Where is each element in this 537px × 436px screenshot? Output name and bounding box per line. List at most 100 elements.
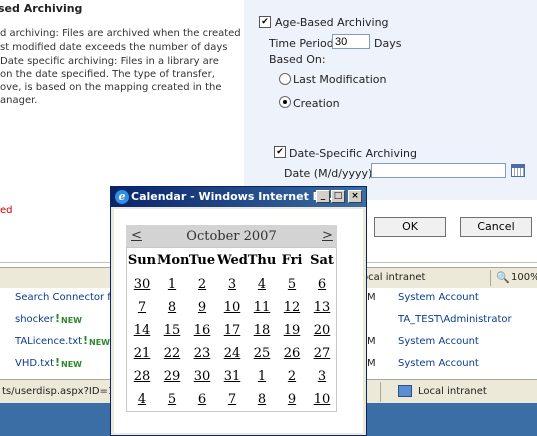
calendar-day[interactable]: 23	[187, 346, 217, 361]
date-specific-label: Date-Specific Archiving	[289, 147, 417, 160]
calendar-day[interactable]: 31	[217, 369, 247, 384]
calendar-day[interactable]: 9	[277, 392, 307, 407]
calendar-day[interactable]: 12	[277, 300, 307, 315]
calendar-day[interactable]: 6	[187, 392, 217, 407]
calendar-day[interactable]: 9	[187, 300, 217, 315]
description-line: st modified date exceeds the number of d…	[0, 42, 228, 53]
popup-titlebar[interactable]: e Calendar - Windows Internet E... _ □ ×	[111, 187, 366, 207]
calendar-day[interactable]: 5	[277, 277, 307, 292]
popup-title: Calendar - Windows Internet E...	[131, 190, 333, 203]
calendar-header: October 2007 < >	[126, 225, 337, 247]
calendar-day[interactable]: 2	[277, 369, 307, 384]
previous-month-link[interactable]: <	[131, 228, 142, 243]
calendar-day[interactable]: 1	[247, 369, 277, 384]
next-month-link[interactable]: >	[322, 228, 333, 243]
new-icon: !	[55, 356, 61, 369]
calendar-day[interactable]: 7	[217, 392, 247, 407]
calendar-day[interactable]: 4	[247, 277, 277, 292]
calendar-day[interactable]: 10	[307, 392, 337, 407]
close-button[interactable]: ×	[348, 190, 362, 203]
description-line: d archiving: Files are archived when the…	[0, 28, 241, 39]
date-input[interactable]	[371, 163, 506, 178]
calendar-day[interactable]: 1	[157, 277, 187, 292]
weekday-header: Tue	[188, 253, 216, 268]
calendar-day[interactable]: 3	[217, 277, 247, 292]
days-label: Days	[374, 37, 402, 50]
item-link[interactable]: shocker	[15, 314, 54, 325]
calendar-grid: Sun Mon Tue Wed Thu Fri Sat 30 1 2 3 4 5…	[126, 247, 337, 412]
item-modified: M	[367, 336, 376, 347]
new-label: NEW	[61, 360, 82, 369]
divider	[380, 382, 381, 402]
calendar-day[interactable]: 16	[187, 323, 217, 338]
item-account[interactable]: TA_TEST\Administrator	[398, 314, 512, 325]
zoom-icon: 🔍	[496, 271, 510, 284]
calendar-day[interactable]: 4	[127, 392, 157, 407]
calendar-day[interactable]: 14	[127, 323, 157, 338]
calendar-day[interactable]: 28	[127, 369, 157, 384]
calendar-day[interactable]: 25	[247, 346, 277, 361]
calendar-day[interactable]: 26	[277, 346, 307, 361]
minimize-button[interactable]: _	[316, 190, 330, 203]
calendar-day[interactable]: 13	[307, 300, 337, 315]
error-message: ed	[0, 205, 13, 216]
time-period-input[interactable]	[332, 34, 370, 49]
calendar-day[interactable]: 27	[307, 346, 337, 361]
calendar-day[interactable]: 10	[217, 300, 247, 315]
ok-button[interactable]: OK	[374, 217, 446, 237]
item-account[interactable]: System Account	[398, 358, 479, 369]
weekday-header: Sat	[310, 253, 334, 268]
zoom-level: 100%	[511, 272, 537, 283]
calendar-day[interactable]: 3	[307, 369, 337, 384]
calendar-day[interactable]: 7	[127, 300, 157, 315]
item-account[interactable]: System Account	[398, 292, 479, 303]
item-account[interactable]: System Account	[398, 336, 479, 347]
calendar-day[interactable]: 11	[247, 300, 277, 315]
calendar-day[interactable]: 8	[247, 392, 277, 407]
archive-description-panel: sed Archiving d archiving: Files are arc…	[0, 0, 244, 200]
creation-label: Creation	[293, 97, 340, 110]
calendar-day[interactable]: 30	[127, 277, 157, 292]
time-period-label: Time Period:	[269, 37, 338, 50]
creation-radio[interactable]	[279, 96, 291, 108]
calendar-day[interactable]: 24	[217, 346, 247, 361]
last-modification-radio[interactable]	[279, 73, 291, 85]
date-specific-checkbox[interactable]: ✔	[274, 146, 286, 158]
based-on-label: Based On:	[269, 53, 326, 66]
weekday-header: Fri	[281, 253, 303, 268]
weekday-header: Mon	[157, 253, 190, 268]
section-title: sed Archiving	[0, 2, 83, 15]
zone-label: ocal intranet	[362, 272, 426, 283]
calendar-day[interactable]: 22	[157, 346, 187, 361]
zoom-control[interactable]: 🔍 100%	[490, 270, 537, 286]
item-link[interactable]: VHD.txt	[15, 358, 54, 369]
calendar-day[interactable]: 18	[247, 323, 277, 338]
maximize-button[interactable]: □	[331, 190, 345, 203]
calendar-popup-window: e Calendar - Windows Internet E... _ □ ×…	[110, 186, 367, 436]
calendar-day[interactable]: 19	[277, 323, 307, 338]
calendar-picker-icon[interactable]	[511, 164, 525, 177]
calendar-day[interactable]: 30	[187, 369, 217, 384]
new-icon: !	[55, 312, 61, 325]
calendar-day[interactable]: 20	[307, 323, 337, 338]
status-url: ts/userdisp.aspx?ID=1	[2, 386, 115, 397]
calendar-day[interactable]: 29	[157, 369, 187, 384]
calendar-day[interactable]: 8	[157, 300, 187, 315]
calendar-day[interactable]: 5	[157, 392, 187, 407]
date-label: Date (M/d/yyyy):	[284, 167, 377, 180]
description-line: on the date specified. The type of trans…	[0, 69, 215, 80]
cancel-button[interactable]: Cancel	[460, 217, 532, 237]
archiving-options-panel: ✔ Age-Based Archiving Time Period: Days …	[244, 0, 537, 200]
calendar-day[interactable]: 17	[217, 323, 247, 338]
calendar-day[interactable]: 21	[127, 346, 157, 361]
weekday-header: Thu	[247, 253, 277, 268]
age-based-checkbox[interactable]: ✔	[259, 16, 271, 28]
weekday-header: Sun	[127, 253, 157, 268]
weekday-header: Wed	[217, 253, 248, 268]
calendar-day[interactable]: 6	[307, 277, 337, 292]
item-link[interactable]: TALicence.txt	[15, 336, 82, 347]
item-link[interactable]: Search Connector fo	[15, 292, 117, 303]
calendar-day[interactable]: 15	[157, 323, 187, 338]
calendar-client-area: October 2007 < > Sun Mon Tue Wed Thu Fri…	[114, 209, 363, 433]
calendar-day[interactable]: 2	[187, 277, 217, 292]
